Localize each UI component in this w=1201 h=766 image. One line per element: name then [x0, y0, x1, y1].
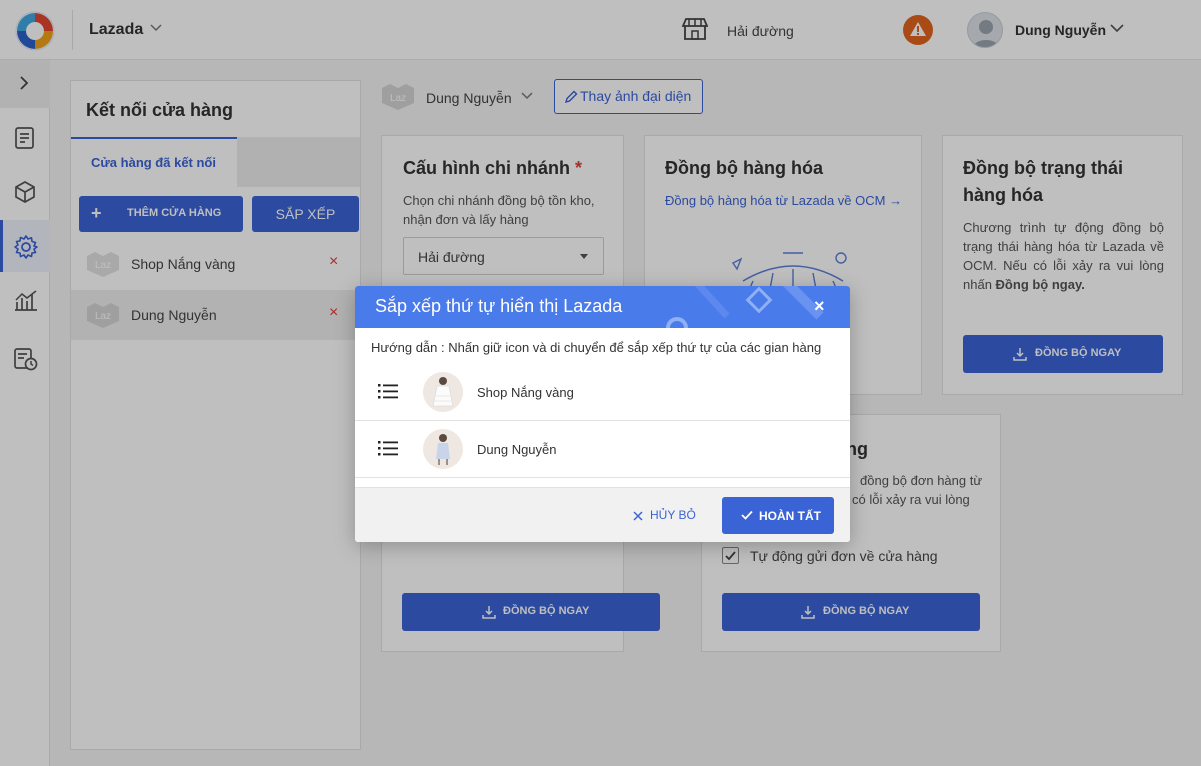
- sortable-store-item[interactable]: Shop Nắng vàng: [355, 364, 850, 421]
- store-thumbnail: [423, 429, 463, 469]
- store-name: Dung Nguyễn: [477, 442, 557, 457]
- dialog-hint: Hướng dẫn : Nhấn giữ icon và di chuyển đ…: [371, 340, 822, 355]
- done-button[interactable]: HOÀN TẤT: [722, 497, 834, 534]
- close-icon: [633, 511, 643, 521]
- drag-handle-icon[interactable]: [378, 383, 398, 399]
- close-icon[interactable]: ×: [814, 296, 825, 317]
- dialog-footer: HỦY BỎ HOÀN TẤT: [355, 487, 850, 542]
- store-name: Shop Nắng vàng: [477, 385, 574, 400]
- sort-stores-dialog: Sắp xếp thứ tự hiển thị Lazada × Hướng d…: [355, 286, 850, 542]
- dialog-header: Sắp xếp thứ tự hiển thị Lazada ×: [355, 286, 850, 328]
- check-icon: [741, 510, 753, 520]
- store-thumbnail: [423, 372, 463, 412]
- dialog-title: Sắp xếp thứ tự hiển thị Lazada: [375, 296, 623, 316]
- sortable-store-item[interactable]: Dung Nguyễn: [355, 421, 850, 478]
- drag-handle-icon[interactable]: [378, 440, 398, 456]
